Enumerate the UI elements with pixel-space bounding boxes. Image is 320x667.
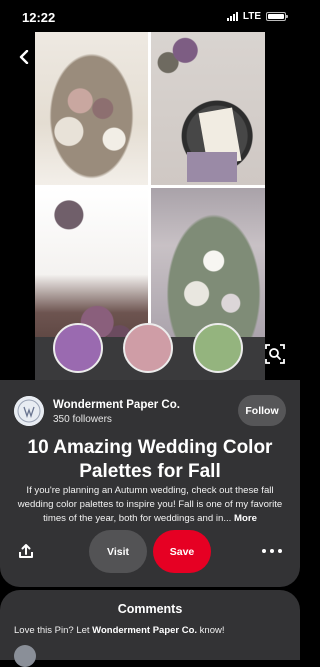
creator-followers: 350 followers (53, 414, 112, 425)
more-options-button[interactable] (262, 544, 282, 558)
comments-prompt-prefix: Love this Pin? Let (14, 625, 93, 636)
visit-button[interactable]: Visit (89, 530, 147, 573)
signal-icon (226, 12, 238, 21)
follow-button[interactable]: Follow (238, 395, 286, 426)
creator-avatar[interactable] (14, 396, 44, 426)
chevron-left-icon (19, 50, 29, 64)
pin-description: If you're planning an Autumn wedding, ch… (12, 484, 288, 526)
share-icon (19, 544, 33, 558)
swatch-sage (193, 323, 243, 373)
creator-logo-icon (14, 396, 44, 426)
share-button[interactable] (16, 541, 36, 561)
lens-search-icon (265, 344, 285, 364)
save-button[interactable]: Save (153, 530, 211, 573)
status-time: 12:22 (22, 10, 56, 25)
user-avatar (14, 645, 36, 667)
comments-prompt-suffix: know! (197, 625, 225, 636)
network-label: LTE (242, 11, 261, 22)
status-bar: 12:22 LTE (0, 0, 300, 34)
dot-icon (262, 549, 266, 553)
creator-name[interactable]: Wonderment Paper Co. (53, 399, 180, 411)
visual-search-button[interactable] (262, 341, 288, 367)
pin-title: 10 Amazing Wedding Color Palettes for Fa… (27, 437, 273, 482)
comments-prompt: Love this Pin? Let Wonderment Paper Co. … (14, 625, 294, 636)
status-indicators: LTE (226, 11, 288, 22)
battery-icon (266, 12, 288, 21)
dot-icon (278, 549, 282, 553)
swatch-mauve (123, 323, 173, 373)
photo-table-setting (151, 32, 265, 185)
comments-prompt-creator[interactable]: Wonderment Paper Co. (92, 625, 197, 636)
dot-icon (270, 549, 274, 553)
more-link[interactable]: More (234, 513, 257, 524)
comments-title: Comments (117, 602, 183, 616)
swatch-purple (53, 323, 103, 373)
back-button[interactable] (14, 46, 34, 68)
pin-image[interactable] (35, 32, 265, 380)
photo-florals (35, 32, 148, 185)
